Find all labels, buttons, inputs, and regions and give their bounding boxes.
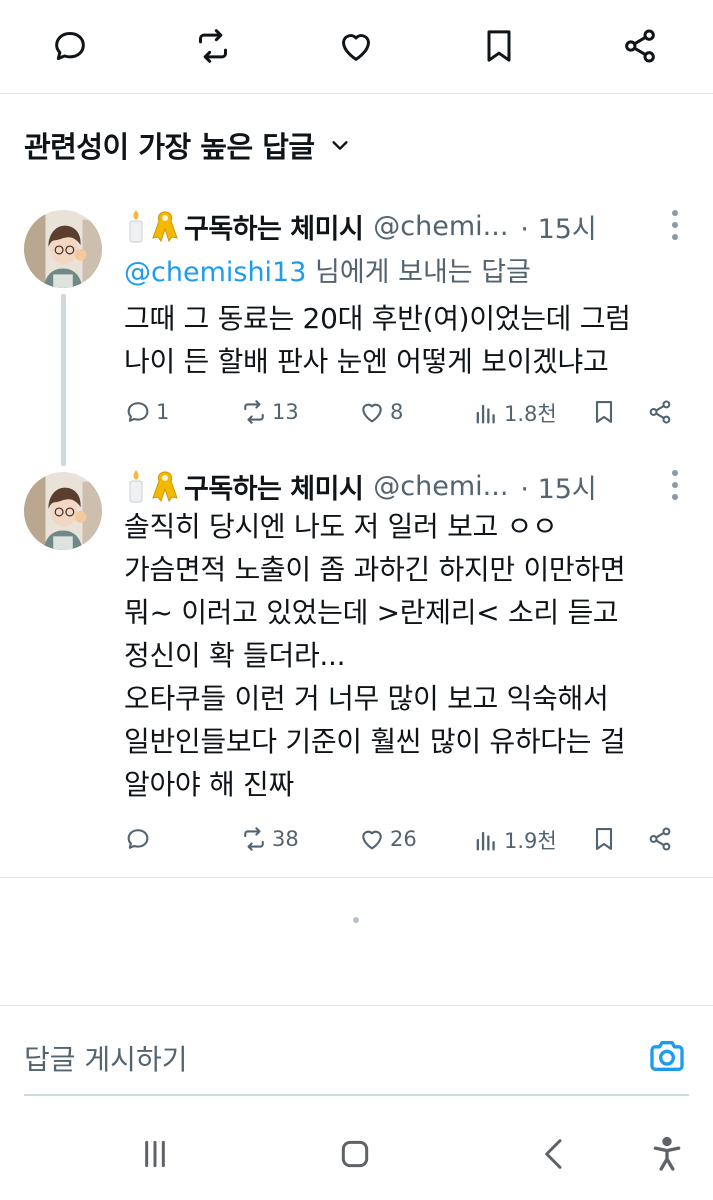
view-count: 1.8천	[504, 402, 557, 426]
retweet-count: 13	[272, 400, 299, 424]
retweet-icon	[244, 827, 264, 851]
view-count: 1.9천	[504, 829, 557, 853]
tweet-header: 구독하는 체미시 @chemi... · 15시	[124, 466, 689, 506]
retweet-icon	[244, 400, 264, 424]
analytics-icon	[476, 831, 495, 851]
recent-apps-icon	[145, 1140, 165, 1168]
retweet-icon	[199, 29, 227, 63]
bookmark-icon	[487, 30, 511, 62]
name-emoji	[124, 468, 180, 504]
reply-composer[interactable]: 답글 게시하기	[0, 1005, 713, 1100]
like-count-button[interactable]: 26	[358, 825, 417, 853]
reply-icon	[55, 32, 85, 60]
replying-to: @chemishi13 님에게 보내는 답글	[124, 250, 531, 289]
back-icon	[545, 1139, 562, 1169]
like-count: 8	[390, 400, 404, 424]
timestamp[interactable]: · 15시	[520, 467, 596, 506]
tweet-action-bar	[0, 0, 713, 94]
share-icon	[649, 400, 671, 424]
share-button[interactable]	[618, 24, 662, 68]
retweet-count-button[interactable]: 13	[240, 398, 299, 426]
analytics-icon	[476, 404, 495, 424]
thread-connector-line	[61, 294, 66, 466]
accessibility-icon	[653, 1136, 681, 1171]
reply-icon	[127, 829, 149, 849]
avatar[interactable]	[24, 210, 102, 288]
candle-icon	[129, 210, 143, 243]
tweet-metrics: 1 13 8 1.8천	[0, 398, 713, 434]
heart-icon	[342, 34, 370, 61]
avatar[interactable]	[24, 472, 102, 550]
display-name[interactable]: 구독하는 체미시	[184, 467, 364, 506]
name-emoji	[124, 208, 180, 244]
bookmark-button[interactable]	[590, 825, 618, 853]
reply-count-button[interactable]: 1	[124, 398, 169, 426]
heart-icon	[362, 830, 382, 850]
like-count-button[interactable]: 8	[358, 398, 403, 426]
tweet-text: 솔직히 당시엔 나도 저 일러 보고 ㅇㅇ 가슴면적 노출이 좀 과하긴 하지만…	[124, 510, 626, 801]
share-icon	[649, 827, 671, 851]
system-nav-bar	[0, 1110, 713, 1200]
reply-button[interactable]	[48, 24, 92, 68]
reply-input-placeholder[interactable]: 답글 게시하기	[24, 1038, 187, 1078]
share-icon	[625, 29, 655, 63]
user-handle[interactable]: @chemi...	[373, 211, 508, 242]
bookmark-icon	[595, 401, 613, 423]
user-handle[interactable]: @chemi...	[373, 471, 508, 502]
like-count: 26	[390, 827, 417, 851]
share-button[interactable]	[646, 825, 674, 853]
divider	[0, 877, 713, 878]
home-icon	[341, 1140, 369, 1168]
tweet-text: 그때 그 동료는 20대 후반(여)이었는데 그럼 나이 든 할배 판사 눈엔 …	[124, 302, 631, 378]
more-options-icon[interactable]	[671, 210, 679, 240]
loading-indicator	[353, 917, 359, 923]
retweet-button[interactable]	[191, 24, 235, 68]
reply-sort-selector[interactable]: 관련성이 가장 높은 답글	[24, 124, 351, 166]
candle-icon	[129, 470, 143, 503]
yellow-ribbon-icon	[152, 471, 178, 503]
share-button[interactable]	[646, 398, 674, 426]
chevron-down-icon	[331, 141, 348, 150]
camera-icon[interactable]	[647, 1036, 687, 1076]
retweet-count-button[interactable]: 38	[240, 825, 299, 853]
reply-count-button[interactable]	[124, 825, 156, 853]
reply-icon	[127, 402, 149, 422]
retweet-count: 38	[272, 827, 299, 851]
home-button[interactable]	[333, 1132, 377, 1176]
tweet-header: 구독하는 체미시 @chemi... · 15시	[124, 206, 689, 246]
tweet-metrics: 38 26 1.9천	[0, 825, 713, 861]
bookmark-button[interactable]	[590, 398, 618, 426]
more-options-icon[interactable]	[671, 470, 679, 500]
back-button[interactable]	[533, 1132, 577, 1176]
heart-icon	[362, 403, 382, 423]
accessibility-button[interactable]	[645, 1132, 689, 1176]
display-name[interactable]: 구독하는 체미시	[184, 207, 364, 246]
reply-count: 1	[156, 400, 170, 424]
timestamp[interactable]: · 15시	[520, 207, 596, 246]
reply-to-suffix: 님에게 보내는 답글	[306, 257, 531, 288]
like-button[interactable]	[334, 24, 378, 68]
bookmark-button[interactable]	[477, 24, 521, 68]
sort-label: 관련성이 가장 높은 답글	[24, 130, 315, 164]
bookmark-icon	[595, 828, 613, 850]
views-button[interactable]: 1.8천	[472, 398, 557, 428]
input-underline	[24, 1094, 689, 1096]
yellow-ribbon-icon	[152, 211, 178, 243]
recent-apps-button[interactable]	[133, 1132, 177, 1176]
mention-link[interactable]: @chemishi13	[124, 257, 306, 288]
views-button[interactable]: 1.9천	[472, 825, 557, 855]
